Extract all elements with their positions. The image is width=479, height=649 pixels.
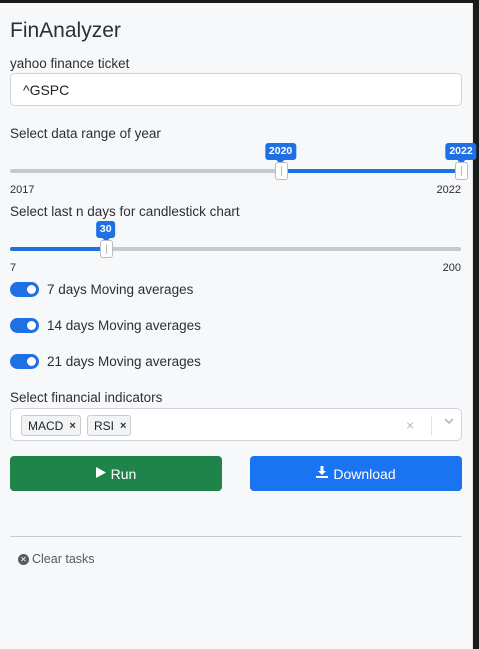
clear-all-icon[interactable]: × [406,417,414,433]
close-circle-icon: ✕ [18,553,29,565]
remove-tag-icon[interactable]: × [120,420,126,432]
play-icon [95,466,106,481]
days-handle[interactable] [99,240,113,258]
slider-fill [10,247,106,251]
run-label: Run [110,465,137,482]
tag-rsi: RSI × [87,415,132,436]
download-button[interactable]: Download [250,456,462,491]
toggle-label: 21 days Moving averages [47,354,201,369]
section-divider [10,536,462,537]
slider-fill [280,169,461,173]
tag-macd: MACD × [21,415,81,436]
toggle-label: 7 days Moving averages [47,282,194,297]
tag-label: MACD [28,418,64,433]
indicators-multiselect[interactable]: MACD × RSI × × [10,408,462,441]
year-min-label: 2017 [10,184,35,196]
year-range-slider[interactable]: 2020 2022 2017 2022 [10,143,477,203]
days-slider[interactable]: 30 7 200 [10,221,461,281]
year-high-value-badge: 2022 [445,143,477,164]
year-max-label: 2022 [436,184,461,196]
clear-tasks-button[interactable]: ✕ Clear tasks [18,552,95,566]
toggle-ma-7[interactable]: 7 days Moving averages [10,282,193,297]
download-label: Download [333,465,396,482]
remove-tag-icon[interactable]: × [69,420,75,432]
download-icon [316,466,329,481]
year-low-handle[interactable] [274,162,288,180]
toggle-switch[interactable] [10,354,39,369]
run-button[interactable]: Run [10,456,222,491]
clear-tasks-label: Clear tasks [32,552,95,566]
toggle-switch[interactable] [10,318,39,333]
ticker-label: yahoo finance ticket [10,56,130,71]
days-min-label: 7 [10,262,17,274]
chevron-down-icon[interactable] [443,415,455,430]
toggle-ma-14[interactable]: 14 days Moving averages [10,318,201,333]
ticker-input[interactable] [10,73,462,106]
toggle-switch[interactable] [10,282,39,297]
year-low-value-badge: 2020 [264,143,297,164]
indicators-label: Select financial indicators [10,390,163,405]
toggle-label: 14 days Moving averages [47,318,201,333]
tag-label: RSI [94,418,115,433]
year-high-handle[interactable] [455,162,468,180]
days-max-label: 200 [442,262,461,274]
year-range-label: Select data range of year [10,126,161,141]
app-title: FinAnalyzer [10,19,121,42]
days-value-badge: 30 [95,221,116,242]
divider [431,416,432,435]
toggle-ma-21[interactable]: 21 days Moving averages [10,354,201,369]
days-label: Select last n days for candlestick chart [10,204,240,219]
sidebar-panel: FinAnalyzer yahoo finance ticket Select … [0,3,477,649]
